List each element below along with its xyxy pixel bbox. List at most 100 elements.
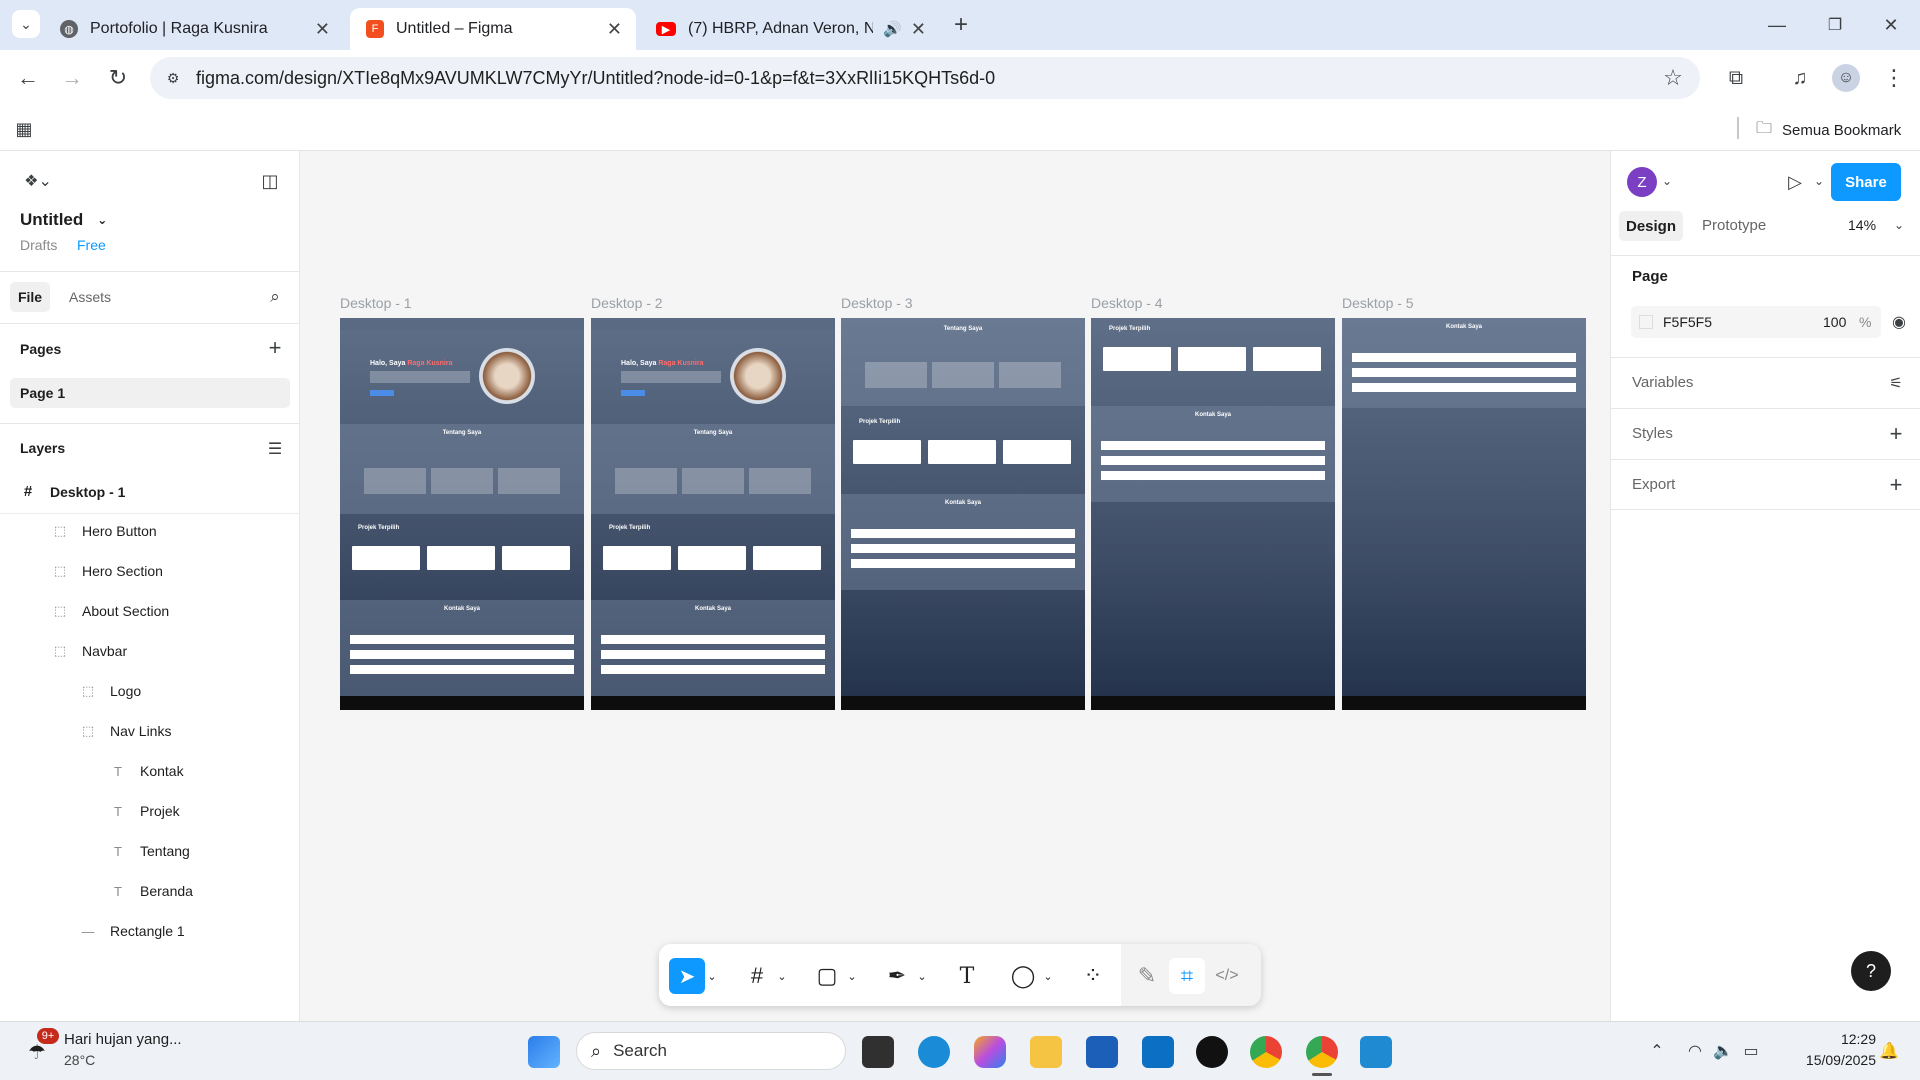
back-icon[interactable]: ← <box>14 64 42 92</box>
layer-projek[interactable]: T Projek <box>110 803 180 819</box>
page-opacity[interactable]: 100 <box>1823 314 1846 330</box>
layers-filter-icon[interactable]: ☰ <box>264 438 286 460</box>
copilot-icon[interactable] <box>974 1036 1006 1068</box>
menu-kebab-icon[interactable]: ⋮ <box>1880 64 1908 92</box>
layer-kontak[interactable]: T Kontak <box>110 763 184 779</box>
tab-youtube[interactable]: ▶ (7) HBRP, Adnan Veron, NY 🔊 ✕ <box>640 8 940 50</box>
frame-desktop-1[interactable]: Halo, Saya Raga Kusnira Tentang Saya Pro… <box>340 318 584 710</box>
frame-tool-icon[interactable]: # <box>739 958 775 994</box>
page-fill-field[interactable]: F5F5F5 100 % <box>1631 306 1881 338</box>
weather-title[interactable]: Hari hujan yang... <box>64 1031 182 1048</box>
restore-icon[interactable]: ❐ <box>1820 10 1850 40</box>
help-button[interactable]: ? <box>1851 951 1891 991</box>
file-name[interactable]: Untitled ⌄ <box>20 210 107 230</box>
media-control-icon[interactable]: ♫ <box>1786 64 1814 92</box>
eye-icon[interactable]: ◉ <box>1887 311 1911 333</box>
add-style-icon[interactable]: + <box>1885 421 1907 446</box>
frame-label-desktop-5[interactable]: Desktop - 5 <box>1342 295 1414 311</box>
layer-beranda[interactable]: T Beranda <box>110 883 193 899</box>
app-icon[interactable] <box>1142 1036 1174 1068</box>
new-tab-icon[interactable]: + <box>948 11 974 38</box>
wifi-icon[interactable]: ◠ <box>1684 1040 1706 1062</box>
bookmark-star-icon[interactable]: ☆ <box>1660 65 1686 91</box>
drafts-label[interactable]: Drafts <box>20 237 57 253</box>
layer-desktop-1[interactable]: # Desktop - 1 <box>20 483 126 500</box>
windows-start-icon[interactable] <box>528 1036 560 1068</box>
plan-badge[interactable]: Free <box>77 237 106 253</box>
site-settings-icon[interactable]: ⚙ <box>162 67 184 89</box>
frame-label-desktop-3[interactable]: Desktop - 3 <box>841 295 913 311</box>
page-item-page-1[interactable]: Page 1 <box>10 378 290 408</box>
draw-mode-icon[interactable]: ✎ <box>1129 958 1165 994</box>
microsoft-store-icon[interactable] <box>1086 1036 1118 1068</box>
clock-date[interactable]: 15/09/2025 <box>1786 1052 1876 1068</box>
tab-search-dropdown-icon[interactable]: ⌄ <box>12 10 40 38</box>
rectangle-tool-icon[interactable]: ▢ <box>809 958 845 994</box>
layer-hero-section[interactable]: ⬚ Hero Section <box>52 563 163 579</box>
tab-assets[interactable]: Assets <box>69 289 111 305</box>
add-export-icon[interactable]: + <box>1885 472 1907 497</box>
notifications-bell-icon[interactable]: 🔔 <box>1878 1040 1900 1062</box>
layer-navbar[interactable]: ⬚ Navbar <box>52 643 127 659</box>
chevron-down-icon[interactable]: ⌄ <box>1041 958 1055 994</box>
taskbar-search[interactable]: ⌕ Search <box>576 1032 846 1070</box>
chevron-down-icon[interactable]: ⌄ <box>705 958 719 994</box>
tab-portofolio[interactable]: ◍ Portofolio | Raga Kusnira ✕ <box>44 8 344 50</box>
all-bookmarks-folder[interactable]: 🗀 Semua Bookmark <box>1756 117 1901 144</box>
url-field[interactable]: ⚙ figma.com/design/XTIe8qMx9AVUMKLW7CMyY… <box>150 57 1700 99</box>
tab-prototype[interactable]: Prototype <box>1702 217 1766 234</box>
frame-label-desktop-4[interactable]: Desktop - 4 <box>1091 295 1163 311</box>
sliders-icon[interactable]: ⚟ <box>1885 372 1907 394</box>
chevron-down-icon[interactable]: ⌄ <box>845 958 859 994</box>
move-tool-icon[interactable]: ➤ <box>669 958 705 994</box>
share-button[interactable]: Share <box>1831 163 1901 201</box>
styles-section[interactable]: Styles + <box>1611 408 1920 459</box>
close-window-icon[interactable]: ✕ <box>1876 10 1906 40</box>
search-icon[interactable]: ⌕ <box>264 286 286 308</box>
clock-time[interactable]: 12:29 <box>1806 1031 1876 1047</box>
toggle-sidebar-icon[interactable]: ◫ <box>258 169 282 193</box>
vscode-icon[interactable] <box>1360 1036 1392 1068</box>
edge-icon[interactable] <box>918 1036 950 1068</box>
layer-rectangle-1[interactable]: — Rectangle 1 <box>80 923 185 939</box>
text-tool-icon[interactable]: T <box>949 958 985 994</box>
design-mode-icon[interactable]: ⌗ <box>1169 958 1205 994</box>
figma-main-menu-icon[interactable]: ❖⌄ <box>20 169 56 193</box>
layer-nav-links[interactable]: ⬚ Nav Links <box>80 723 172 739</box>
design-canvas[interactable]: Desktop - 1 Desktop - 2 Desktop - 3 Desk… <box>301 151 1609 1021</box>
layer-about-section[interactable]: ⬚ About Section <box>52 603 169 619</box>
show-hidden-icons[interactable]: ⌃ <box>1646 1040 1668 1062</box>
comment-tool-icon[interactable]: ◯ <box>1005 958 1041 994</box>
battery-icon[interactable]: ▭ <box>1740 1040 1762 1062</box>
close-tab-icon[interactable]: ✕ <box>607 19 622 40</box>
layer-hero-button[interactable]: ⬚ Hero Button <box>52 523 157 539</box>
chrome-icon[interactable] <box>1250 1036 1282 1068</box>
export-section[interactable]: Export + <box>1611 459 1920 510</box>
layer-logo[interactable]: ⬚ Logo <box>80 683 141 699</box>
frame-desktop-2[interactable]: Halo, Saya Raga Kusnira Tentang Saya Pro… <box>591 318 835 710</box>
frame-label-desktop-2[interactable]: Desktop - 2 <box>591 295 663 311</box>
apps-grid-icon[interactable]: ▦ <box>12 117 36 141</box>
actions-tool-icon[interactable]: ⁘ <box>1075 958 1111 994</box>
dev-mode-icon[interactable]: </> <box>1209 958 1245 994</box>
minimize-icon[interactable]: — <box>1762 10 1792 40</box>
pen-tool-icon[interactable]: ✒ <box>879 958 915 994</box>
tiktok-icon[interactable] <box>1196 1036 1228 1068</box>
layer-tentang[interactable]: T Tentang <box>110 843 190 859</box>
audio-icon[interactable]: 🔊 <box>883 20 902 38</box>
chevron-down-icon[interactable]: ⌄ <box>1659 171 1675 191</box>
tab-file[interactable]: File <box>10 282 50 312</box>
user-avatar[interactable]: Z <box>1627 167 1657 197</box>
volume-icon[interactable]: 🔈 <box>1712 1040 1734 1062</box>
close-tab-icon[interactable]: ✕ <box>911 19 926 40</box>
zoom-level[interactable]: 14% <box>1848 217 1876 233</box>
extensions-icon[interactable]: ⧉ <box>1722 64 1750 92</box>
forward-icon[interactable]: → <box>58 64 86 92</box>
chevron-down-icon[interactable]: ⌄ <box>915 958 929 994</box>
page-color-hex[interactable]: F5F5F5 <box>1663 314 1712 330</box>
profile-avatar[interactable]: ☺ <box>1832 64 1860 92</box>
chevron-down-icon[interactable]: ⌄ <box>775 958 789 994</box>
reload-icon[interactable]: ↻ <box>104 64 132 92</box>
chevron-down-icon[interactable]: ⌄ <box>1811 171 1827 191</box>
frame-desktop-4[interactable]: Projek Terpilih Kontak Saya <box>1091 318 1335 710</box>
